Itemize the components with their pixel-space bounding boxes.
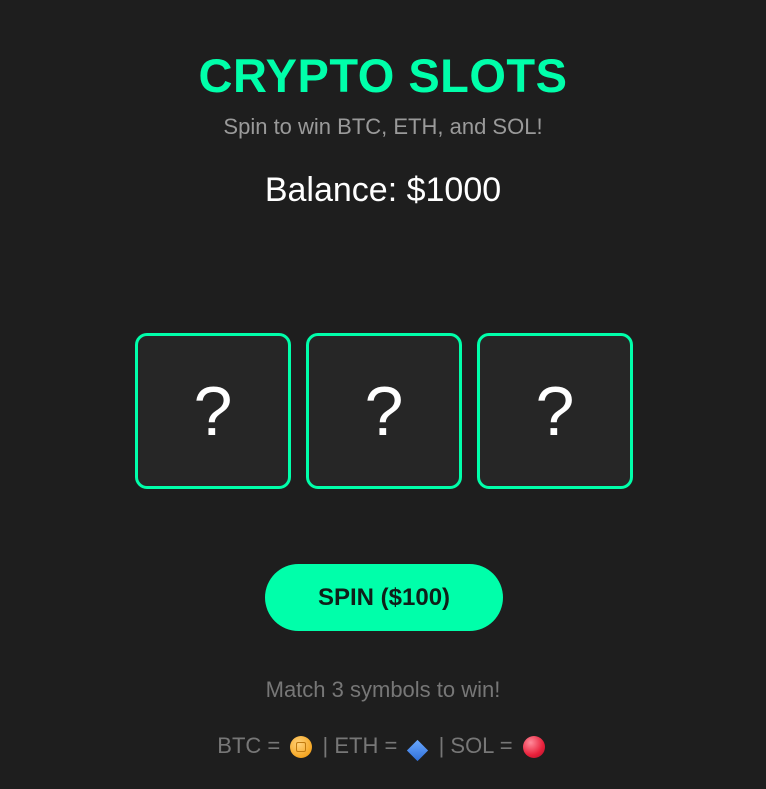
balance-display: Balance: $1000: [264, 171, 502, 209]
game-subtitle: Spin to win BTC, ETH, and SOL!: [223, 114, 543, 139]
eth-legend-label: | ETH =: [322, 733, 398, 758]
blue-diamond-icon: [407, 739, 429, 762]
slot-game: CRYPTO SLOTS Spin to win BTC, ETH, and S…: [0, 0, 766, 789]
symbol-legend: BTC = | ETH = | SOL =: [0, 733, 766, 762]
win-hint: Match 3 symbols to win!: [265, 677, 501, 702]
spin-button[interactable]: SPIN ($100): [265, 564, 503, 631]
reel-3: ?: [477, 333, 633, 489]
sol-legend-label: | SOL =: [438, 733, 513, 758]
coin-icon: [290, 736, 313, 758]
reel-1: ?: [135, 333, 291, 489]
red-ball-icon: [522, 736, 545, 758]
reel-2: ?: [306, 333, 462, 489]
btc-legend-label: BTC =: [217, 733, 281, 758]
game-title: CRYPTO SLOTS: [198, 49, 568, 102]
reels-container: ? ? ?: [135, 333, 633, 489]
